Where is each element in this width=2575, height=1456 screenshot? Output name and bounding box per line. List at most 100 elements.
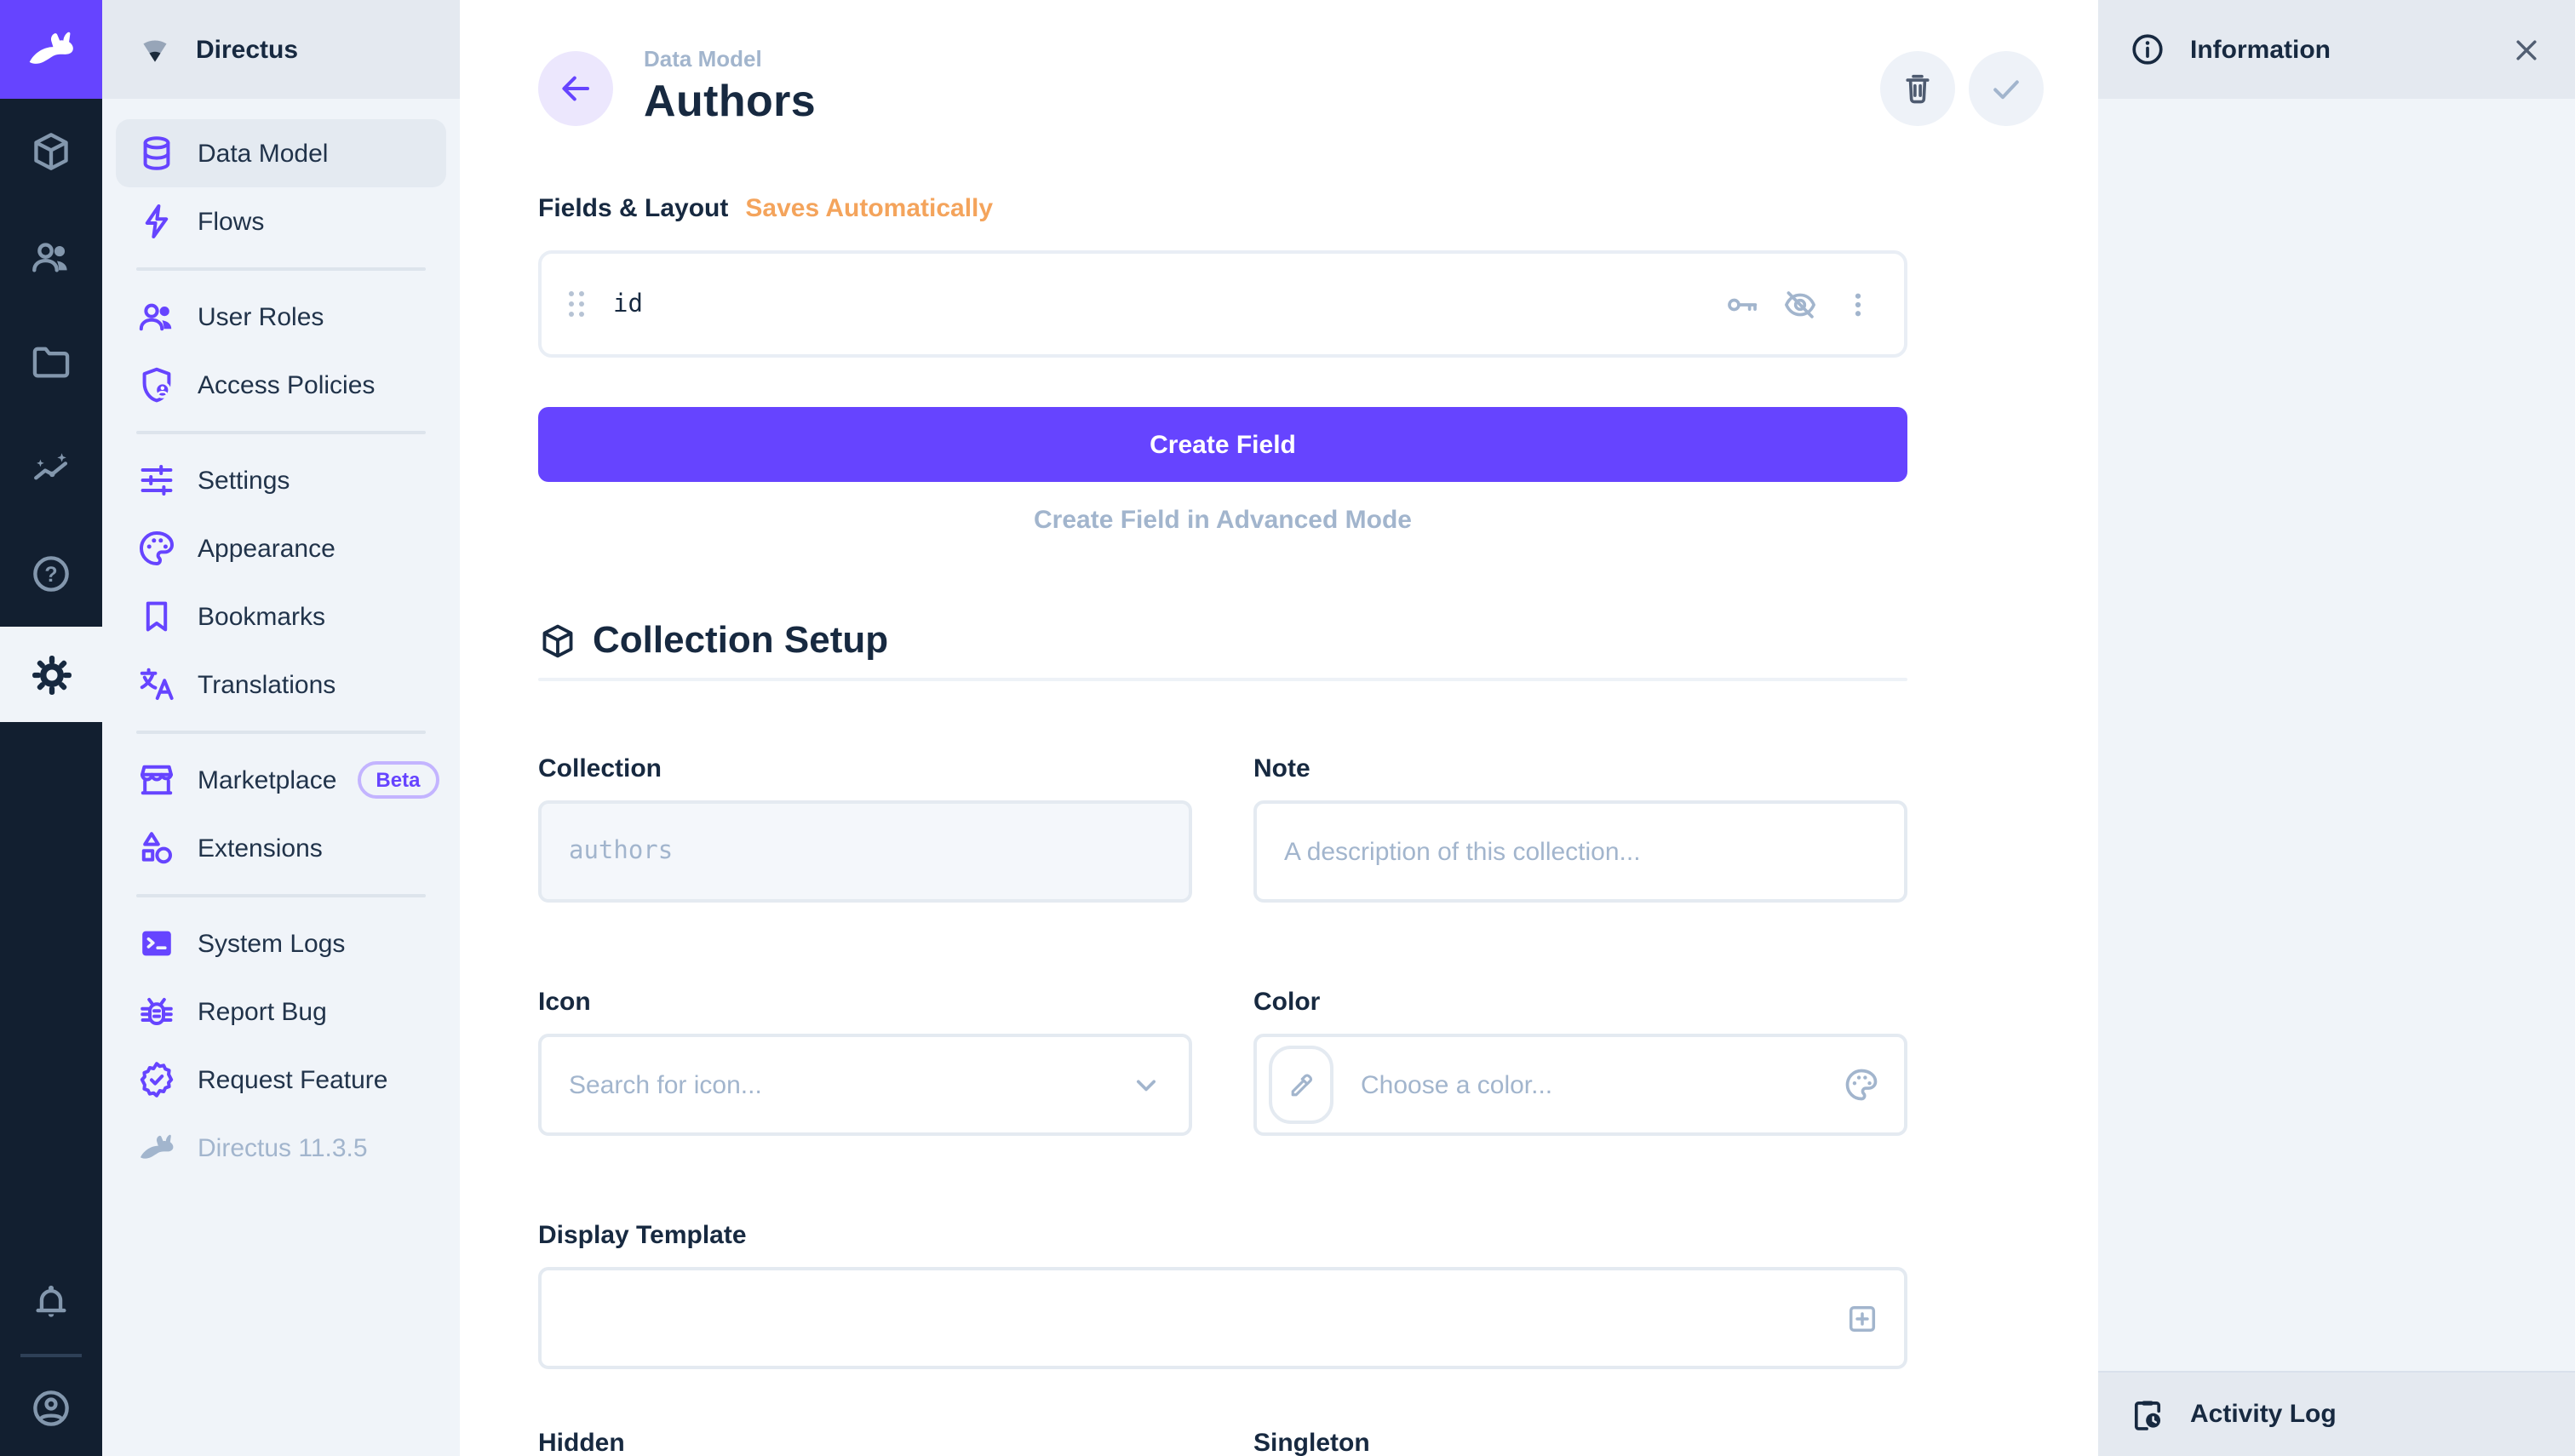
save-button[interactable] bbox=[1969, 51, 2044, 126]
bookmark-icon bbox=[136, 596, 177, 637]
nav-item-flows[interactable]: Flows bbox=[116, 187, 446, 255]
module-content[interactable] bbox=[0, 99, 102, 204]
nav-item-bookmarks[interactable]: Bookmarks bbox=[116, 582, 446, 651]
navigation-sidebar: Directus Data Model Flows User Roles Acc… bbox=[102, 0, 460, 1456]
close-icon[interactable] bbox=[2509, 32, 2544, 67]
palette-icon bbox=[136, 528, 177, 569]
display-template-field-group: Display Template bbox=[538, 1221, 1907, 1369]
translate-icon bbox=[136, 664, 177, 705]
account-button[interactable] bbox=[0, 1361, 102, 1456]
nav-item-marketplace[interactable]: Marketplace Beta bbox=[116, 746, 446, 814]
color-label: Color bbox=[1253, 988, 1907, 1017]
bug-icon bbox=[136, 991, 177, 1032]
directus-rabbit-icon bbox=[24, 22, 78, 77]
info-sidebar-header[interactable]: Information bbox=[2098, 0, 2575, 99]
page-header: Data Model Authors bbox=[538, 44, 1907, 126]
bolt-icon bbox=[136, 201, 177, 242]
nav-item-label: Flows bbox=[198, 207, 264, 236]
notifications-button[interactable] bbox=[0, 1255, 102, 1350]
chevron-down-icon[interactable] bbox=[1127, 1066, 1165, 1103]
collection-input[interactable] bbox=[542, 804, 1189, 899]
version-label: Directus 11.3.5 bbox=[198, 1133, 368, 1162]
autosave-note: Saves Automatically bbox=[745, 194, 993, 223]
nav-item-label: Extensions bbox=[198, 834, 323, 863]
project-name: Directus bbox=[196, 35, 298, 64]
field-name: id bbox=[613, 290, 643, 318]
icon-field-group: Icon bbox=[538, 988, 1192, 1136]
field-row-id[interactable]: id bbox=[538, 250, 1907, 358]
info-icon bbox=[2129, 31, 2166, 68]
trash-icon bbox=[1899, 70, 1936, 107]
nav-item-request-feature[interactable]: Request Feature bbox=[116, 1046, 446, 1114]
check-icon bbox=[1986, 68, 2027, 109]
create-field-advanced-link[interactable]: Create Field in Advanced Mode bbox=[538, 506, 1907, 535]
nav-item-user-roles[interactable]: User Roles bbox=[116, 283, 446, 351]
nav-item-report-bug[interactable]: Report Bug bbox=[116, 977, 446, 1046]
collection-setup-title: Collection Setup bbox=[593, 618, 888, 662]
collection-input-wrapper bbox=[538, 800, 1192, 903]
people-icon bbox=[136, 296, 177, 337]
nav-item-system-logs[interactable]: System Logs bbox=[116, 909, 446, 977]
key-icon bbox=[1723, 285, 1761, 323]
users-icon bbox=[29, 235, 73, 279]
nav-item-label: Settings bbox=[198, 466, 290, 495]
nav-item-label: Request Feature bbox=[198, 1065, 387, 1094]
page-title: Authors bbox=[644, 75, 816, 128]
nav-divider bbox=[136, 431, 426, 434]
drag-handle[interactable] bbox=[569, 291, 584, 317]
nav-item-label: Data Model bbox=[198, 139, 328, 168]
directus-logo[interactable] bbox=[0, 0, 102, 99]
breadcrumb[interactable]: Data Model bbox=[644, 46, 816, 72]
nav-item-settings[interactable]: Settings bbox=[116, 446, 446, 514]
eyedropper-icon bbox=[1285, 1069, 1317, 1101]
account-circle-icon bbox=[29, 1386, 73, 1430]
nav-divider bbox=[136, 267, 426, 271]
module-help[interactable]: ? bbox=[0, 521, 102, 627]
project-header[interactable]: Directus bbox=[102, 0, 460, 99]
delete-collection-button[interactable] bbox=[1880, 51, 1955, 126]
nav-item-extensions[interactable]: Extensions bbox=[116, 814, 446, 882]
tune-icon bbox=[136, 460, 177, 501]
activity-log-label: Activity Log bbox=[2190, 1400, 2337, 1429]
collection-setup-heading: Collection Setup bbox=[538, 618, 1907, 662]
icon-label: Icon bbox=[538, 988, 1192, 1017]
singleton-field-group: Singleton bbox=[1253, 1429, 1907, 1456]
module-users[interactable] bbox=[0, 204, 102, 310]
nav-item-label: Report Bug bbox=[198, 997, 327, 1026]
module-settings[interactable] bbox=[0, 627, 102, 722]
box-icon bbox=[538, 621, 577, 660]
shield-person-icon bbox=[136, 364, 177, 405]
create-field-button[interactable]: Create Field bbox=[538, 407, 1907, 482]
hidden-label: Hidden bbox=[538, 1429, 1192, 1456]
kebab-menu-icon[interactable] bbox=[1839, 285, 1877, 323]
nav-item-access-policies[interactable]: Access Policies bbox=[116, 351, 446, 419]
activity-log-button[interactable]: Activity Log bbox=[2098, 1371, 2575, 1456]
note-label: Note bbox=[1253, 754, 1907, 783]
nav-item-label: Marketplace bbox=[198, 765, 336, 794]
insights-icon bbox=[29, 446, 73, 490]
nav-item-appearance[interactable]: Appearance bbox=[116, 514, 446, 582]
module-files[interactable] bbox=[0, 310, 102, 416]
header-actions bbox=[1880, 51, 2044, 126]
module-insights[interactable] bbox=[0, 416, 102, 521]
color-swatch[interactable] bbox=[1269, 1046, 1333, 1124]
settings-gear-icon bbox=[28, 651, 74, 697]
note-input[interactable] bbox=[1257, 804, 1904, 899]
icon-search-input[interactable] bbox=[542, 1037, 1127, 1132]
display-template-input[interactable] bbox=[542, 1270, 1844, 1366]
palette-icon[interactable] bbox=[1843, 1066, 1880, 1103]
collection-setup-form: Collection Note Icon bbox=[538, 754, 1907, 1456]
back-button[interactable] bbox=[538, 51, 613, 126]
cube-icon bbox=[29, 129, 73, 174]
nav-item-version: Directus 11.3.5 bbox=[116, 1114, 446, 1182]
color-field-group: Color bbox=[1253, 988, 1907, 1136]
directus-app: ? bbox=[0, 0, 2575, 1456]
nav-item-data-model[interactable]: Data Model bbox=[116, 119, 446, 187]
nav-item-translations[interactable]: Translations bbox=[116, 651, 446, 719]
color-input[interactable] bbox=[1333, 1037, 1843, 1132]
add-box-icon[interactable] bbox=[1844, 1300, 1880, 1336]
note-input-wrapper bbox=[1253, 800, 1907, 903]
bell-icon bbox=[29, 1281, 73, 1325]
terminal-icon bbox=[136, 923, 177, 964]
collection-label: Collection bbox=[538, 754, 1192, 783]
